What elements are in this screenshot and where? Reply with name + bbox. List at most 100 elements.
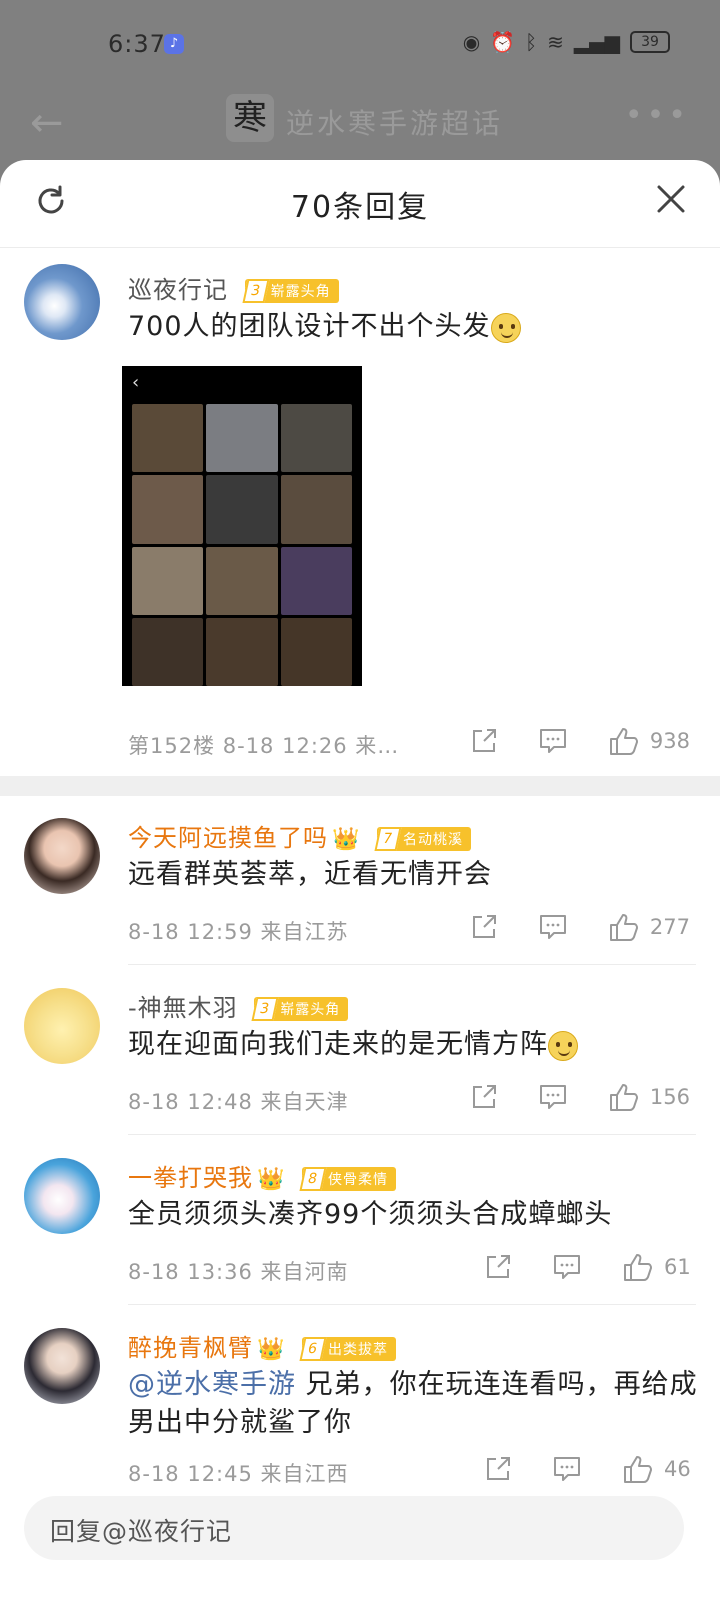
username-text[interactable]: 今天阿远摸鱼了吗 <box>128 824 328 852</box>
badge-text: 崭露头角 <box>270 284 331 300</box>
sheet-header: 70条回复 <box>0 160 720 248</box>
like-count: 46 <box>664 1457 691 1481</box>
thumbs-up-icon <box>609 1084 638 1111</box>
comment-meta: 8-18 12:45 来自江西 <box>128 1462 349 1486</box>
comment-meta: 8-18 13:36 来自河南 <box>128 1260 349 1284</box>
username[interactable]: 一拳打哭我 👑 8 侠骨柔情 <box>128 1158 397 1193</box>
username-text[interactable]: 醉挽青枫臂 <box>128 1334 253 1362</box>
like-count: 938 <box>649 729 690 753</box>
comment-meta: 8-18 12:59 来自江苏 <box>128 920 349 944</box>
comment-image[interactable]: ‹ <box>122 366 362 686</box>
badge-text: 侠骨柔情 <box>328 1172 389 1188</box>
thumbs-up-icon <box>624 1456 652 1483</box>
like-button[interactable]: 61 <box>622 1252 704 1282</box>
close-icon[interactable] <box>656 184 686 214</box>
image-tile <box>206 617 278 686</box>
topic-title: 逆水寒手游超话 <box>286 107 504 140</box>
comment-actions: 277 <box>430 912 690 942</box>
share-button[interactable] <box>484 1455 512 1483</box>
username[interactable]: -神無木羽 3 崭露头角 <box>128 988 349 1023</box>
comment-button[interactable] <box>552 1455 582 1483</box>
battery-icon: 39 <box>630 31 670 53</box>
share-icon <box>472 1085 496 1108</box>
image-tile <box>280 475 352 544</box>
badge-level: 3 <box>242 279 270 303</box>
avatar[interactable] <box>24 264 100 340</box>
topic-logo: 寒 <box>226 94 274 142</box>
smile-emoji-icon <box>490 312 521 343</box>
level-badge: 3 崭露头角 <box>251 997 349 1021</box>
avatar[interactable] <box>24 818 100 894</box>
comment-actions: 61 <box>444 1252 704 1282</box>
image-tile <box>280 404 352 473</box>
share-icon <box>487 1457 510 1480</box>
image-back-icon: ‹ <box>132 372 140 393</box>
back-arrow-icon[interactable]: ← <box>30 100 64 146</box>
username-text[interactable]: 一拳打哭我 <box>128 1164 253 1192</box>
like-count: 61 <box>664 1255 691 1279</box>
comment-actions: 156 <box>430 1082 690 1112</box>
music-app-icon: ♪ <box>164 34 184 54</box>
eye-icon: ◉ <box>462 30 481 54</box>
like-button[interactable]: 156 <box>608 1082 690 1112</box>
badge-level: 8 <box>299 1167 327 1191</box>
comment-text-content: 700人的团队设计不出个头发 <box>128 311 491 342</box>
username[interactable]: 醉挽青枫臂 👑 6 出类拔萃 <box>128 1328 397 1363</box>
status-icons: ◉ ⏰ ᛒ ≋ ▂▄▆ 39 <box>463 30 670 54</box>
badge-text: 出类拔萃 <box>328 1342 389 1358</box>
wifi-icon: ≋ <box>547 30 564 54</box>
smile-emoji-icon <box>548 1030 578 1061</box>
share-button[interactable] <box>470 913 498 941</box>
reply-input[interactable]: 回复@巡夜行记 <box>24 1496 684 1560</box>
like-button[interactable]: 46 <box>622 1454 704 1484</box>
share-button[interactable] <box>484 1253 512 1281</box>
divider <box>128 1304 696 1305</box>
like-count: 156 <box>649 1085 690 1109</box>
thumbs-up-icon <box>609 728 638 755</box>
image-tile <box>206 546 278 615</box>
avatar[interactable] <box>24 1328 100 1404</box>
status-bar: 6:37 ♪ ◉ ⏰ ᛒ ≋ ▂▄▆ 39 <box>0 0 720 92</box>
image-tile <box>206 475 278 544</box>
like-count: 277 <box>649 915 690 939</box>
avatar[interactable] <box>24 988 100 1064</box>
reply-input-placeholder: 回复@巡夜行记 <box>50 1517 233 1546</box>
like-button[interactable]: 277 <box>608 912 690 942</box>
sheet-title: 70条回复 <box>290 190 430 225</box>
comment-button[interactable] <box>552 1253 582 1281</box>
username[interactable]: 巡夜行记 3 崭露头角 <box>128 270 339 305</box>
share-button[interactable] <box>470 1083 498 1111</box>
share-icon <box>472 915 496 938</box>
crown-icon: 👑 <box>257 1166 286 1192</box>
comment-button[interactable] <box>538 1083 568 1111</box>
bluetooth-icon: ᛒ <box>525 30 538 54</box>
image-tile <box>132 404 204 473</box>
badge-level: 6 <box>299 1337 327 1361</box>
share-button[interactable] <box>470 727 498 755</box>
image-tile <box>280 546 352 615</box>
share-icon <box>487 1255 510 1278</box>
more-icon[interactable]: ••• <box>625 98 690 133</box>
username-text[interactable]: -神無木羽 <box>128 994 238 1022</box>
badge-text: 崭露头角 <box>280 1002 341 1018</box>
level-badge: 8 侠骨柔情 <box>299 1167 397 1191</box>
mention-link[interactable]: @逆水寒手游 <box>128 1369 296 1400</box>
like-button[interactable]: 938 <box>608 726 690 756</box>
thumbs-up-icon <box>624 1254 652 1281</box>
username[interactable]: 今天阿远摸鱼了吗 👑 7 名动桃溪 <box>128 818 472 853</box>
username-text[interactable]: 巡夜行记 <box>128 276 228 304</box>
alarm-icon: ⏰ <box>490 30 516 54</box>
status-time: 6:37 <box>108 30 166 58</box>
comment-icon <box>539 915 566 939</box>
comment-text: 远看群英荟萃，近看无情开会 <box>128 859 492 890</box>
comment-button[interactable] <box>538 913 568 941</box>
avatar[interactable] <box>24 1158 100 1234</box>
comment-actions: 46 <box>444 1454 704 1484</box>
comment-meta: 8-18 12:48 来自天津 <box>128 1090 349 1114</box>
signal-icon: ▂▄▆ <box>573 30 620 54</box>
comment-button[interactable] <box>538 727 568 755</box>
section-separator <box>0 776 720 796</box>
image-grid <box>132 404 352 686</box>
divider <box>128 1134 696 1135</box>
crown-icon: 👑 <box>332 826 361 852</box>
